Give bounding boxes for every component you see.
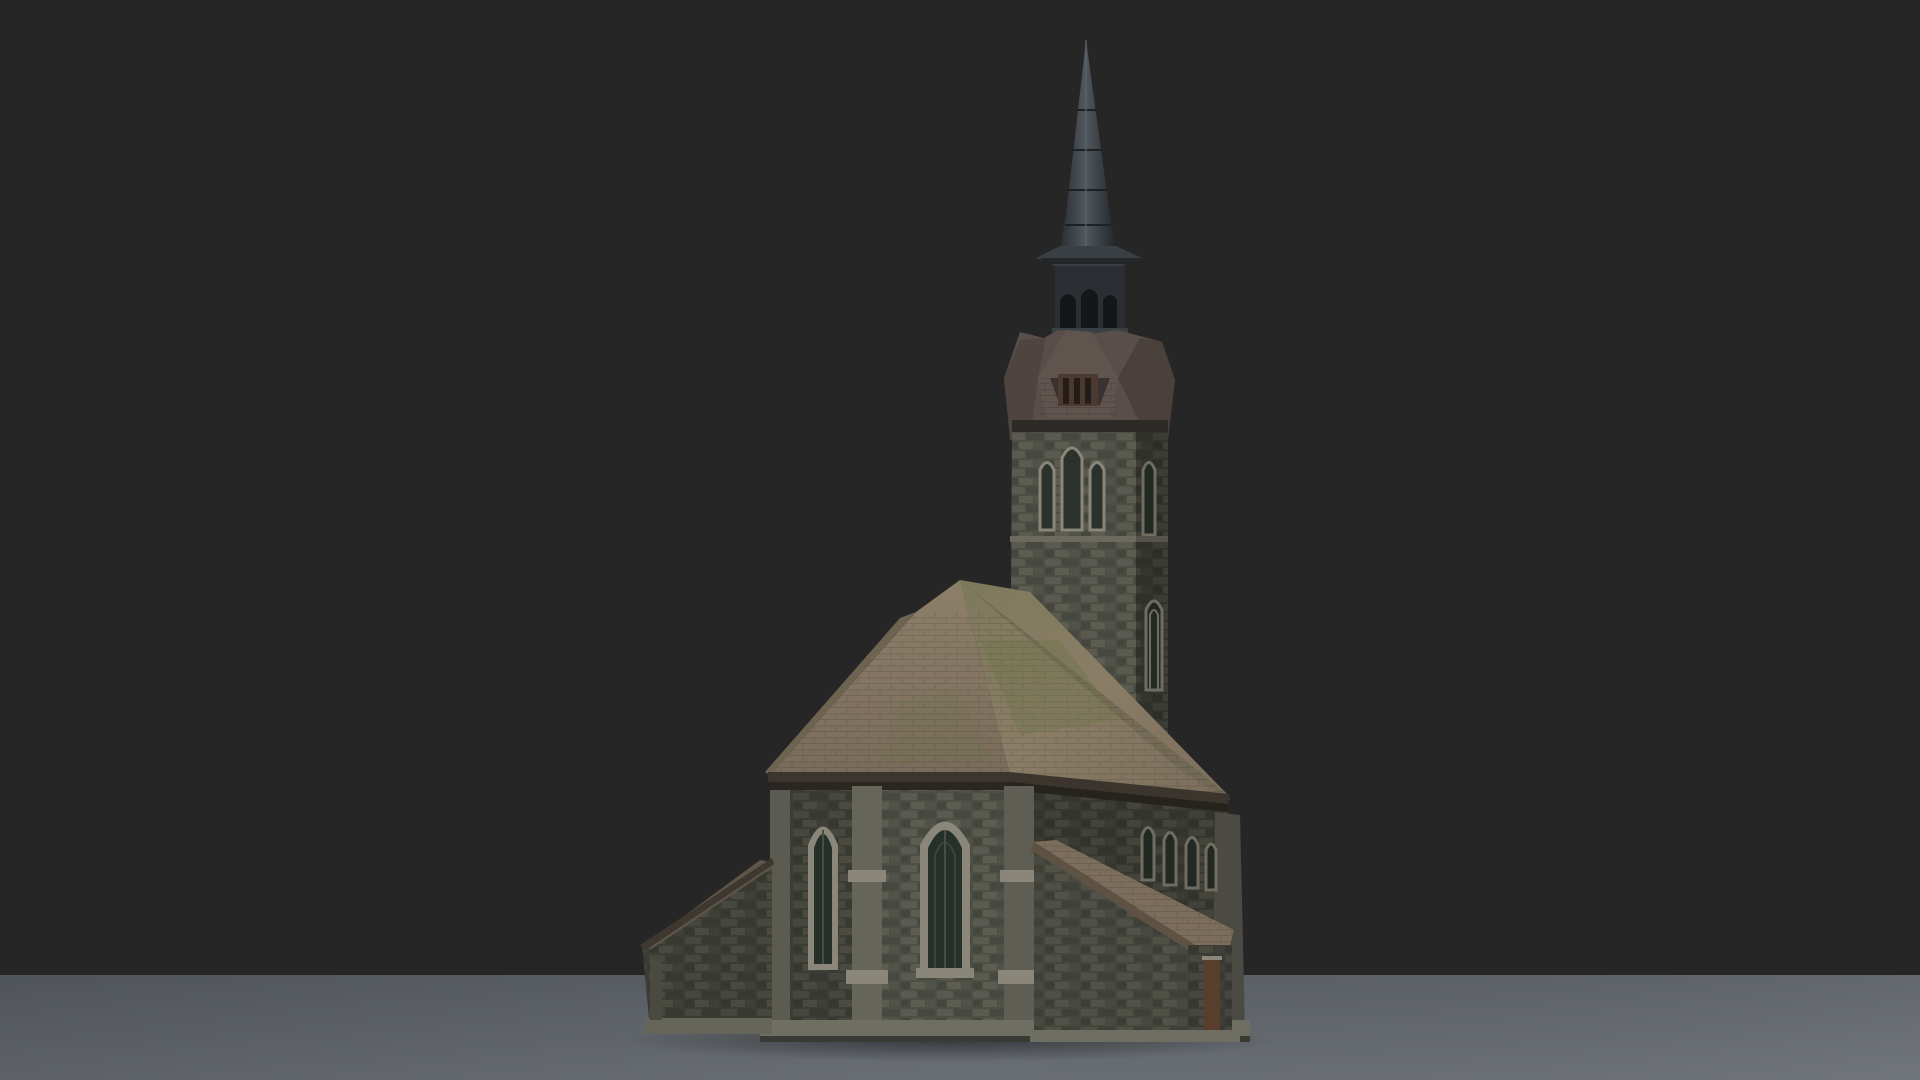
nave-window	[1204, 842, 1218, 892]
apse-window-center	[916, 821, 974, 978]
tower-window	[1088, 461, 1106, 532]
tower-window	[1144, 599, 1164, 692]
buttress	[852, 786, 882, 1030]
tower-window	[1060, 446, 1084, 532]
nave-window	[1140, 826, 1156, 882]
tower-window	[1141, 461, 1157, 537]
nave-window	[1184, 836, 1200, 890]
church-render-scene	[0, 0, 1920, 1080]
lantern-belfry	[1052, 266, 1128, 336]
tower-window	[1038, 461, 1056, 532]
apse-window-left	[808, 826, 838, 970]
nave-window	[1162, 831, 1178, 887]
buttress	[1004, 786, 1034, 1030]
side-door	[1204, 958, 1220, 1038]
